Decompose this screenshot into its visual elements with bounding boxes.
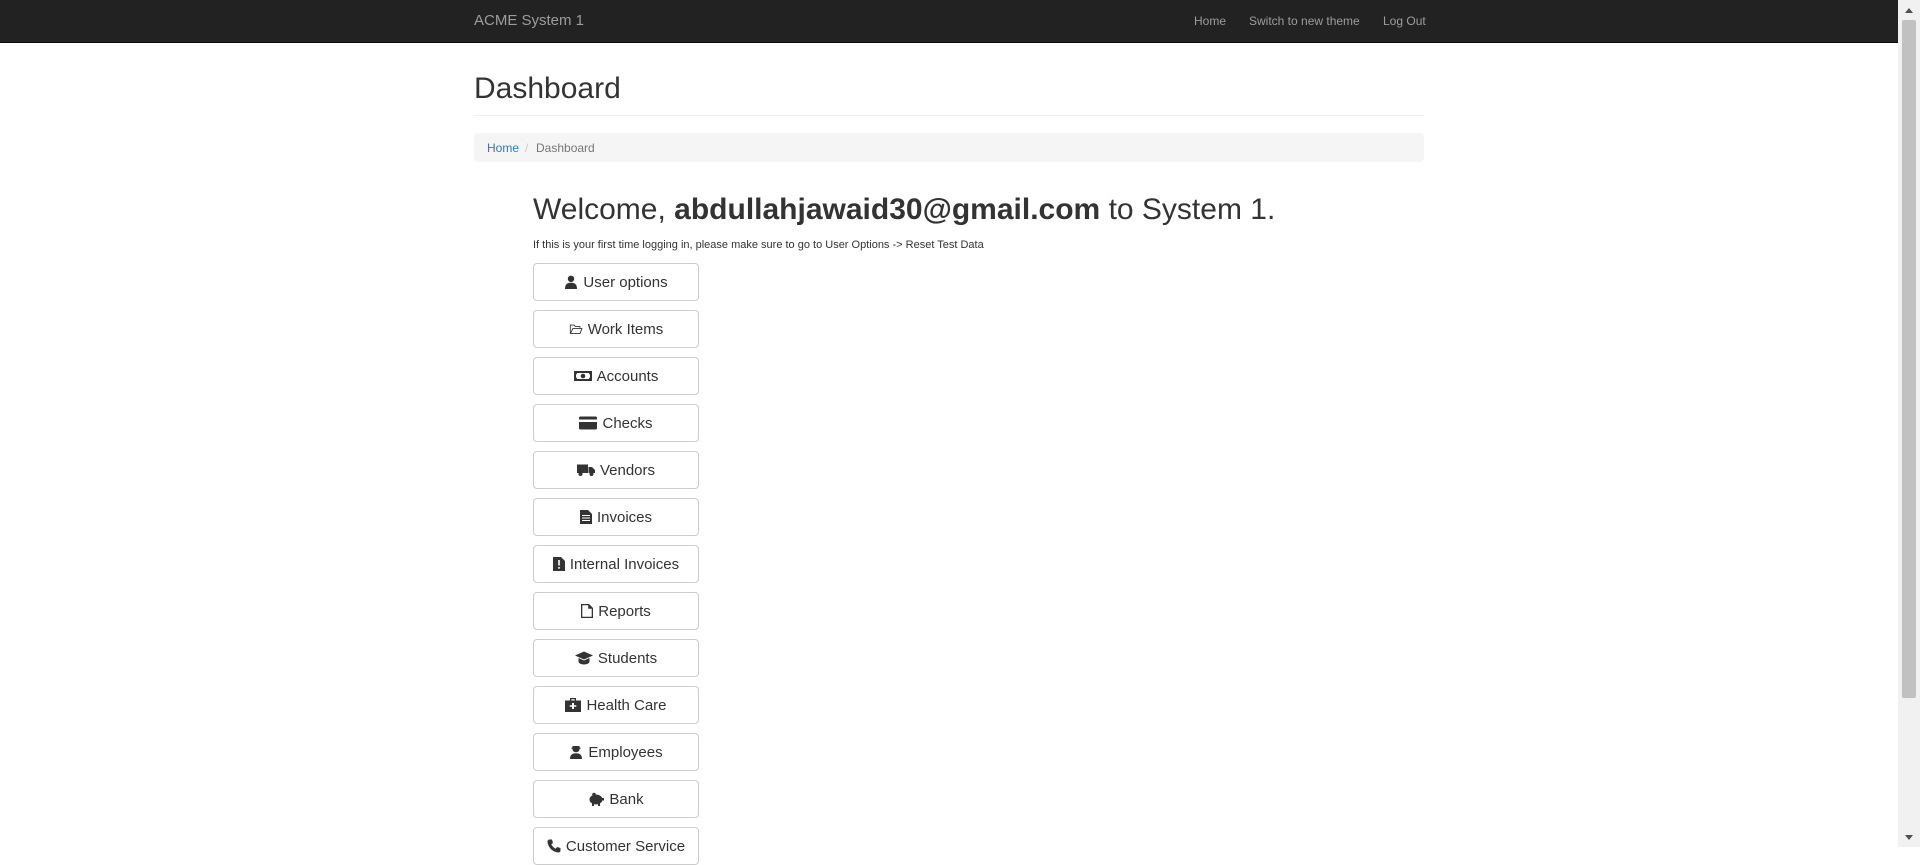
vertical-scrollbar[interactable] — [1898, 0, 1920, 847]
page-title: Dashboard — [474, 72, 621, 105]
reports-label: Reports — [598, 602, 651, 620]
invoices-label: Invoices — [596, 508, 653, 526]
accounts-label: Accounts — [596, 367, 659, 385]
work-items-label: Work Items — [587, 320, 664, 338]
piggy-bank-icon — [588, 792, 605, 806]
breadcrumb-home-link[interactable]: Home — [487, 141, 519, 155]
scroll-up-arrow-icon[interactable] — [1898, 0, 1920, 20]
scrollbar-thumb[interactable] — [1902, 20, 1916, 698]
credit-card-icon — [579, 416, 598, 430]
scroll-down-arrow-icon[interactable] — [1898, 827, 1920, 847]
employees-button[interactable]: Employees — [533, 733, 699, 771]
welcome-email: abdullahjawaid30@gmail.com — [674, 193, 1101, 226]
navbar-brand[interactable]: ACME System 1 — [474, 12, 584, 29]
file-outline-icon — [581, 604, 594, 618]
bank-button[interactable]: Bank — [533, 780, 699, 818]
internal-invoices-label: Internal Invoices — [569, 555, 680, 573]
welcome-suffix: to System 1. — [1108, 193, 1276, 226]
medkit-icon — [565, 698, 582, 712]
truck-icon — [576, 463, 595, 477]
nav-logout-link[interactable]: Log Out — [1383, 14, 1426, 28]
vendors-label: Vendors — [599, 461, 656, 479]
file-text-icon — [579, 510, 592, 524]
user-employee-icon — [569, 745, 583, 759]
vendors-button[interactable]: Vendors — [533, 451, 699, 489]
customer-service-label: Customer Service — [565, 837, 686, 855]
first-login-notice: If this is your first time logging in, p… — [533, 239, 984, 251]
file-alert-icon — [552, 557, 565, 571]
work-items-button[interactable]: Work Items — [533, 310, 699, 348]
reports-button[interactable]: Reports — [533, 592, 699, 630]
checks-button[interactable]: Checks — [533, 404, 699, 442]
nav-home-link[interactable]: Home — [1194, 14, 1226, 28]
checks-label: Checks — [602, 414, 653, 432]
customer-service-button[interactable]: Customer Service — [533, 827, 699, 865]
employees-label: Employees — [588, 743, 663, 761]
user-options-label: User options — [583, 273, 668, 291]
students-label: Students — [597, 649, 658, 667]
bank-label: Bank — [609, 790, 644, 808]
students-button[interactable]: Students — [533, 639, 699, 677]
breadcrumb: Home / Dashboard — [474, 133, 1424, 162]
health-care-button[interactable]: Health Care — [533, 686, 699, 724]
top-navbar: ACME System 1 Home Switch to new theme L… — [0, 0, 1898, 43]
money-icon — [573, 369, 592, 383]
user-icon — [564, 275, 578, 289]
welcome-prefix: Welcome, — [533, 193, 666, 226]
welcome-heading: Welcome, abdullahjawaid30@gmail.com to S… — [533, 193, 1275, 227]
invoices-button[interactable]: Invoices — [533, 498, 699, 536]
nav-switch-theme-link[interactable]: Switch to new theme — [1249, 14, 1360, 28]
health-care-label: Health Care — [586, 696, 667, 714]
breadcrumb-current: Dashboard — [536, 141, 595, 155]
breadcrumb-separator: / — [525, 141, 529, 155]
title-divider — [474, 115, 1424, 116]
accounts-button[interactable]: Accounts — [533, 357, 699, 395]
folder-open-icon — [569, 322, 583, 336]
internal-invoices-button[interactable]: Internal Invoices — [533, 545, 699, 583]
phone-icon — [547, 839, 561, 853]
user-options-button[interactable]: User options — [533, 263, 699, 301]
graduation-cap-icon — [574, 651, 593, 665]
